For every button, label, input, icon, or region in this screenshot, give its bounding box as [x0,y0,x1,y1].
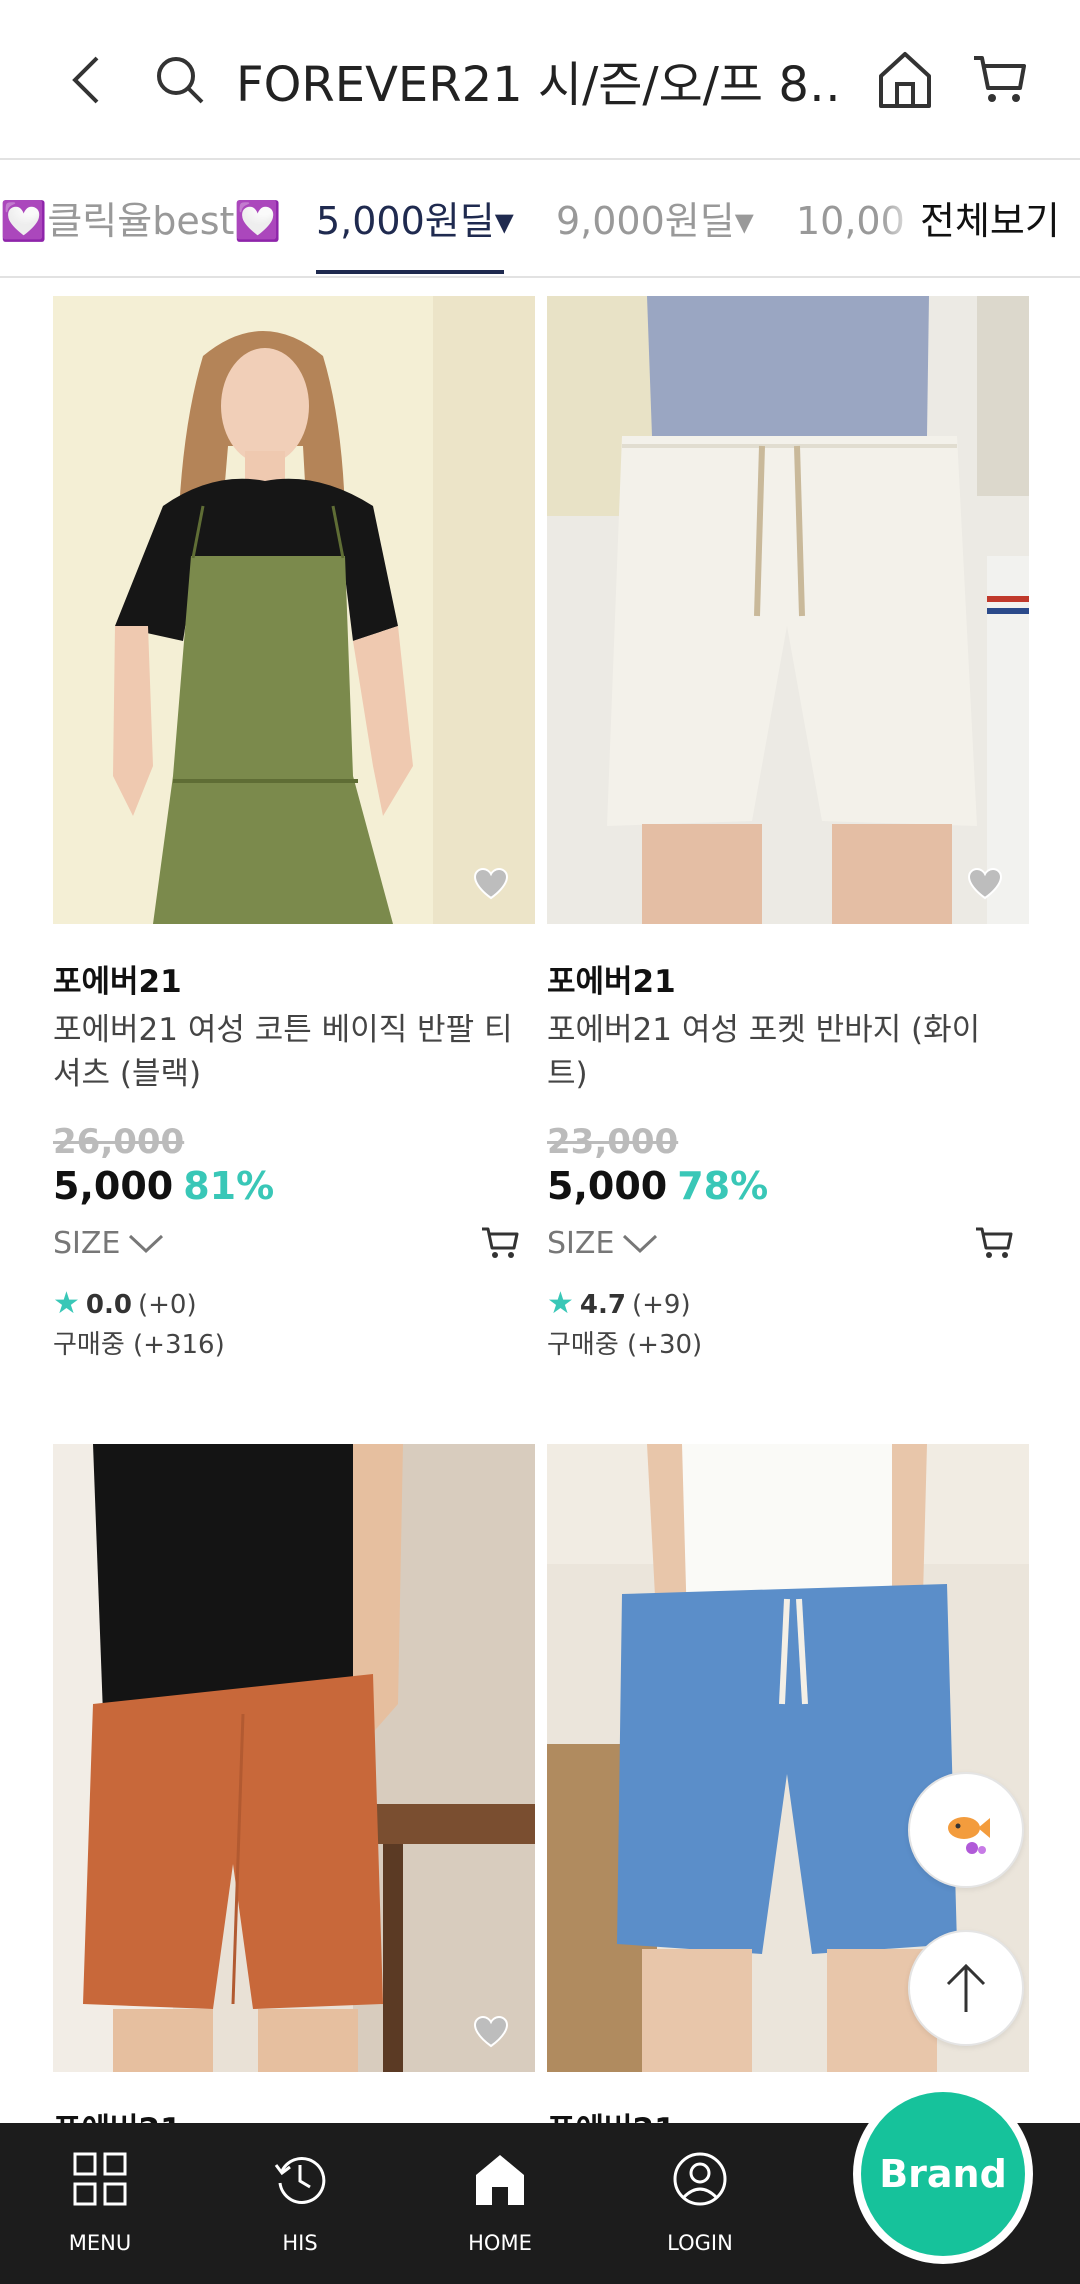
tab-5000-deal[interactable]: 5,000원딜▾ [316,162,514,276]
original-price: 26,000 [53,1122,185,1162]
review-count: (+9) [631,1290,691,1320]
original-price: 23,000 [547,1122,679,1162]
product-card[interactable]: 포에버21 포에버21 여성 포켓 반바지 (화이트) 23,000 5,000… [547,296,1029,1396]
star-icon: ★ [53,1286,80,1321]
nav-history[interactable]: HIS [230,2123,370,2284]
user-icon [670,2149,730,2209]
nav-login[interactable]: LOGIN [630,2123,770,2284]
discount-rate: 78% [677,1164,769,1208]
buying-count: 구매중 (+30) [547,1330,703,1360]
nav-home[interactable]: HOME [430,2123,570,2284]
brand-button-label: Brand [861,2092,1025,2256]
tab-click-best[interactable]: 💟클릭율best💟 [0,162,282,276]
tab-9000-deal[interactable]: 9,000원딜▾ [556,162,754,276]
home-icon [470,2149,530,2209]
active-tab-indicator [316,270,504,274]
chevron-down-icon [129,1234,164,1253]
view-all-tab[interactable]: 전체보기 [880,162,1080,276]
heart-icon[interactable] [461,2004,521,2060]
review-count: (+0) [137,1290,197,1320]
back-icon[interactable] [55,40,115,120]
sale-price: 5,000 [547,1164,668,1208]
product-image[interactable] [53,1444,535,2072]
product-card[interactable]: 포에버21 [53,1444,535,2124]
nav-label: HIS [282,2231,318,2255]
buying-count: 구매중 (+316) [53,1330,225,1360]
discount-rate: 81% [183,1164,275,1208]
product-name[interactable]: 포에버21 여성 코튼 베이직 반팔 티셔츠 (블랙) [53,1008,513,1096]
scroll-top-button[interactable] [908,1930,1024,2046]
product-image[interactable] [547,296,1029,924]
product-image[interactable] [53,296,535,924]
top-header: FOREVER21 시/즌/오/프 8… [0,0,1080,160]
page-title[interactable]: FOREVER21 시/즌/오/프 8… [236,50,836,120]
size-dropdown[interactable]: SIZE [53,1226,164,1261]
grid-icon [70,2149,130,2209]
nav-label: MENU [68,2231,132,2255]
history-icon [270,2149,330,2209]
fish-event-button[interactable] [908,1772,1024,1888]
home-icon[interactable] [870,40,940,120]
cart-icon[interactable] [960,40,1040,120]
rating-score: 0.0 [85,1290,132,1320]
size-label: SIZE [547,1226,615,1261]
search-icon[interactable] [145,45,215,115]
price-row: 5,000 81% [53,1164,274,1208]
rating-score: 4.7 [579,1290,626,1320]
nav-label: HOME [468,2231,532,2255]
product-brand: 포에버21 [53,2104,182,2124]
price-row: 5,000 78% [547,1164,768,1208]
arrow-up-icon [946,1963,986,2012]
nav-menu[interactable]: MENU [30,2123,170,2284]
chevron-down-icon [623,1234,658,1253]
sale-price: 5,000 [53,1164,174,1208]
brand-button[interactable]: Brand [853,2084,1033,2264]
heart-icon[interactable] [955,856,1015,912]
size-dropdown[interactable]: SIZE [547,1226,658,1261]
nav-label: LOGIN [667,2231,733,2255]
product-brand: 포에버21 [53,964,182,1000]
rating: ★ 0.0 (+0) [53,1286,197,1321]
product-card[interactable]: 포에버21 포에버21 여성 코튼 베이직 반팔 티셔츠 (블랙) 26,000… [53,296,535,1396]
size-label: SIZE [53,1226,121,1261]
product-brand: 포에버21 [547,2104,676,2124]
product-name[interactable]: 포에버21 여성 포켓 반바지 (화이트) [547,1008,1007,1096]
fish-icon [948,1817,990,1854]
star-icon: ★ [547,1286,574,1321]
heart-icon[interactable] [461,856,521,912]
rating: ★ 4.7 (+9) [547,1286,691,1321]
add-to-cart-icon[interactable] [475,1218,525,1268]
category-tabs: 💟클릭율best💟 5,000원딜▾ 9,000원딜▾ 10,00 전체보기 [0,162,1080,278]
product-brand: 포에버21 [547,964,676,1000]
add-to-cart-icon[interactable] [969,1218,1019,1268]
